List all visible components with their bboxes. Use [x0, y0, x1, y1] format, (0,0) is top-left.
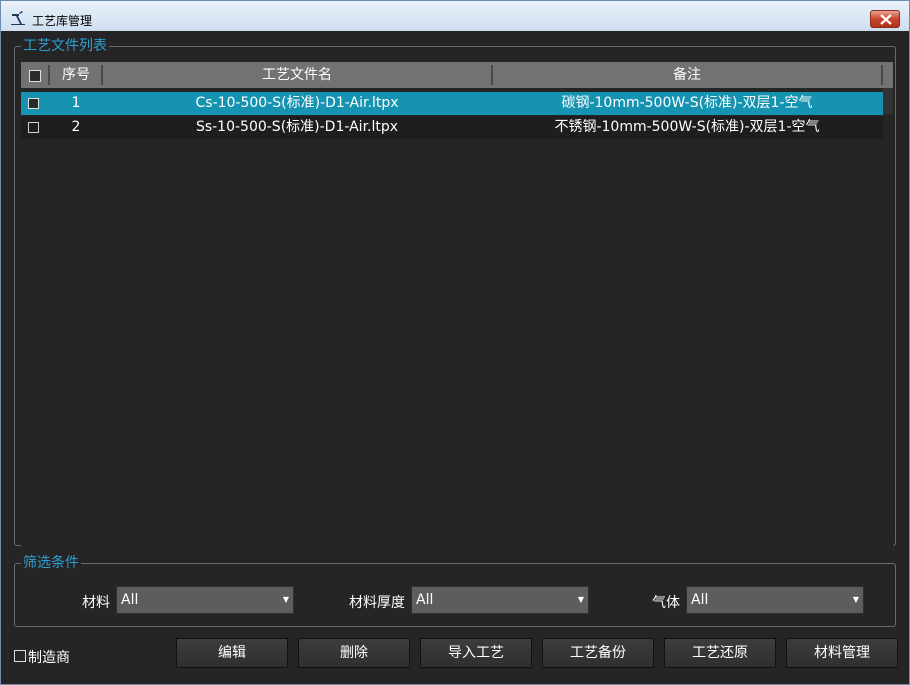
table-row[interactable]: 1 Cs-10-500-S(标准)-D1-Air.ltpx 碳钢-10mm-50… [21, 92, 883, 115]
table-scrollbar[interactable] [883, 88, 893, 114]
row-remark: 不锈钢-10mm-500W-S(标准)-双层1-空气 [554, 119, 820, 135]
row-index: 1 [71, 95, 81, 111]
process-file-list-legend: 工艺文件列表 [21, 38, 109, 54]
manufacturer-checkbox-box[interactable] [14, 650, 26, 662]
dropdown-arrow-icon: ▼ [282, 595, 289, 604]
header-divider [48, 65, 50, 85]
import-process-button[interactable]: 导入工艺 [420, 638, 532, 668]
thickness-label: 材料厚度 [349, 595, 405, 611]
row-filename: Ss-10-500-S(标准)-D1-Air.ltpx [195, 119, 399, 135]
material-management-button[interactable]: 材料管理 [786, 638, 898, 668]
backup-process-button[interactable]: 工艺备份 [542, 638, 654, 668]
header-remark[interactable]: 备注 [493, 62, 881, 88]
process-file-table[interactable]: 序号 工艺文件名 备注 1 Cs-10-500-S(标准)-D1-Air.ltp… [21, 62, 893, 546]
header-divider [881, 65, 883, 85]
header-index[interactable]: 序号 [51, 62, 101, 88]
material-select[interactable]: All ▼ [116, 586, 294, 614]
row-checkbox[interactable] [28, 122, 39, 133]
close-button[interactable] [870, 10, 900, 28]
delete-button[interactable]: 删除 [298, 638, 410, 668]
table-header: 序号 工艺文件名 备注 [21, 62, 893, 88]
row-filename: Cs-10-500-S(标准)-D1-Air.ltpx [195, 95, 399, 111]
thickness-select[interactable]: All ▼ [411, 586, 589, 614]
gas-select[interactable]: All ▼ [686, 586, 864, 614]
gas-label: 气体 [652, 595, 680, 611]
filter-conditions-legend: 筛选条件 [21, 555, 81, 571]
thickness-select-value: All [416, 592, 434, 608]
dropdown-arrow-icon: ▼ [852, 595, 859, 604]
header-filename[interactable]: 工艺文件名 [103, 62, 491, 88]
select-all-checkbox[interactable] [29, 70, 41, 82]
dropdown-arrow-icon: ▼ [577, 595, 584, 604]
row-index: 2 [71, 119, 81, 135]
process-library-window: 工艺库管理 工艺文件列表 序号 工艺文件名 备注 1 Cs-10-500-S(标… [0, 0, 910, 685]
gas-select-value: All [691, 592, 709, 608]
material-label: 材料 [82, 595, 110, 611]
header-select-all[interactable] [21, 62, 49, 88]
title-bar[interactable]: 工艺库管理 [1, 1, 909, 31]
close-icon [880, 14, 892, 25]
row-remark: 碳钢-10mm-500W-S(标准)-双层1-空气 [561, 95, 813, 111]
manufacturer-label: 制造商 [28, 650, 70, 666]
window-title: 工艺库管理 [32, 14, 93, 28]
material-select-value: All [121, 592, 139, 608]
restore-process-button[interactable]: 工艺还原 [664, 638, 776, 668]
table-row[interactable]: 2 Ss-10-500-S(标准)-D1-Air.ltpx 不锈钢-10mm-5… [21, 116, 883, 139]
app-icon [11, 11, 25, 25]
edit-button[interactable]: 编辑 [176, 638, 288, 668]
row-checkbox[interactable] [28, 98, 39, 109]
